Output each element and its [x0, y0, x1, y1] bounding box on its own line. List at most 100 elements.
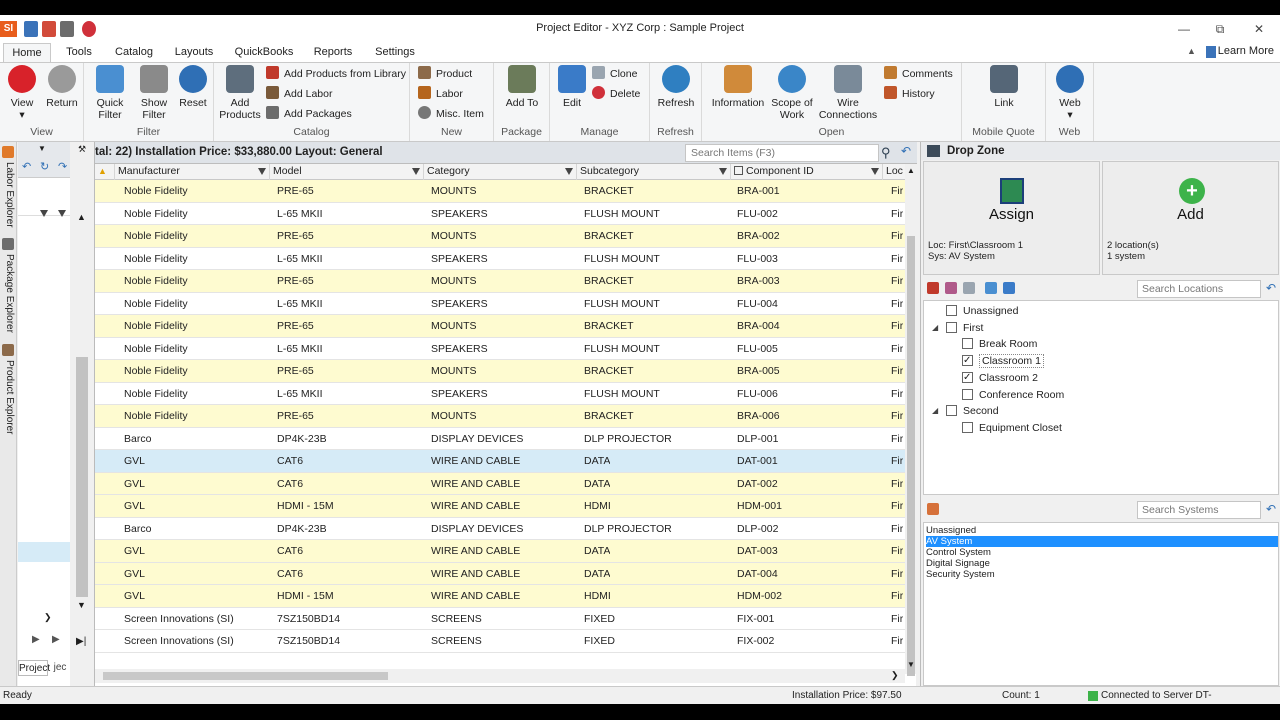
new-misc-item-button[interactable]: Misc. Item [418, 105, 484, 123]
assign-card[interactable]: Assign Loc: First\Classroom 1 Sys: AV Sy… [923, 161, 1100, 275]
add-products-button[interactable]: Add Products [218, 65, 262, 121]
expand-all-icon[interactable] [985, 282, 997, 294]
location-node[interactable]: Conference Room [962, 387, 1064, 403]
table-row[interactable]: GVL HDMI - 15M WIRE AND CABLE HDMI HDM-002 Fi… [95, 585, 905, 608]
grid-vertical-scrollbar[interactable]: ▲ ▼ [905, 164, 917, 676]
refresh-small-icon[interactable]: ↻ [40, 160, 49, 173]
clear-location-search-icon[interactable]: ↶ [1266, 281, 1276, 295]
search-icon[interactable]: ⚲ [881, 145, 891, 161]
pin-icon[interactable]: ⚒ [78, 144, 86, 155]
table-row[interactable]: Barco DP4K-23B DISPLAY DEVICES DLP PROJECTO… [95, 427, 905, 450]
table-row[interactable]: GVL CAT6 WIRE AND CABLE DATA DAT-003 Fir [95, 540, 905, 563]
header-subcategory[interactable]: Subcategory [577, 164, 731, 180]
clone-button[interactable]: Clone [592, 65, 637, 83]
explorer-scroll-thumb[interactable] [76, 357, 88, 597]
location-add-icon[interactable] [927, 282, 939, 294]
system-list-item[interactable]: Control System [926, 547, 1278, 558]
tab-labor-explorer[interactable]: Labor Explorer [0, 144, 17, 230]
table-row[interactable]: Noble Fidelity PRE-65 MOUNTS BRACKET BRA-005… [95, 360, 905, 383]
filter-icon[interactable] [871, 168, 879, 175]
scroll-down-icon[interactable]: ▼ [77, 600, 86, 610]
tab-layouts[interactable]: Layouts [168, 43, 220, 63]
table-row[interactable]: GVL HDMI - 15M WIRE AND CABLE HDMI HDM-001 Fi… [95, 495, 905, 518]
location-node[interactable]: Break Room [962, 336, 1037, 352]
learn-more-link[interactable]: Learn More [1218, 45, 1274, 57]
view-button[interactable]: View ▾ [4, 65, 40, 121]
table-row[interactable]: Barco DP4K-23B DISPLAY DEVICES DLP PROJECTO… [95, 517, 905, 540]
location-node[interactable]: Classroom 2 [962, 370, 1038, 386]
location-checkbox[interactable] [962, 370, 973, 386]
tab-product-explorer[interactable]: Product Explorer [0, 342, 17, 442]
close-button[interactable]: ✕ [1248, 19, 1270, 39]
explorer-grid[interactable]: ▼ ↶ ↻ ↷ ❯ ▶ ▶ Project jec [18, 142, 70, 686]
comments-button[interactable]: Comments [884, 65, 953, 83]
header-category[interactable]: Category [424, 164, 577, 180]
header-manufacturer[interactable]: Manufacturer [115, 164, 270, 180]
history-button[interactable]: History [884, 85, 935, 103]
search-locations-input[interactable]: Search Locations [1137, 280, 1261, 298]
collapse-ribbon-icon[interactable]: ▲ [1187, 46, 1196, 56]
grid-horizontal-thumb[interactable] [103, 672, 388, 680]
tab-quickbooks[interactable]: QuickBooks [230, 43, 298, 63]
return-button[interactable]: Return [42, 65, 82, 109]
next-icon[interactable]: ▶ [52, 634, 60, 645]
table-row[interactable]: Noble Fidelity L-65 MKII SPEAKERS FLUSH MOU… [95, 337, 905, 360]
tab-home[interactable]: Home [3, 43, 51, 63]
location-checkbox[interactable] [962, 353, 973, 369]
grid-scroll-right-icon[interactable]: ❯ [891, 670, 899, 681]
system-list-item[interactable]: Digital Signage [926, 558, 1278, 569]
system-list-item[interactable]: Unassigned [926, 525, 1278, 536]
explorer-selected-row[interactable] [18, 542, 70, 562]
table-row[interactable]: Screen Innovations (SI) 7SZ150BD14 SCREENS… [95, 607, 905, 630]
collapse-all-icon[interactable] [1003, 282, 1015, 294]
location-node[interactable]: ◢ First [932, 320, 983, 336]
table-row[interactable]: GVL CAT6 WIRE AND CABLE DATA DAT-002 Fir [95, 472, 905, 495]
tab-project-2[interactable]: jec [50, 660, 70, 676]
grid-scroll-up-icon[interactable]: ▲ [907, 166, 915, 175]
table-row[interactable]: Noble Fidelity L-65 MKII SPEAKERS FLUSH MOU… [95, 292, 905, 315]
add-packages-button[interactable]: Add Packages [266, 105, 352, 123]
web-button[interactable]: Web ▾ [1050, 65, 1090, 121]
delete-button[interactable]: Delete [592, 85, 640, 103]
filter-icon[interactable] [412, 168, 420, 175]
grid-scroll-down-icon[interactable]: ▼ [907, 660, 915, 669]
system-list-item[interactable]: Security System [926, 569, 1278, 580]
table-row[interactable]: Noble Fidelity L-65 MKII SPEAKERS FLUSH MOU… [95, 382, 905, 405]
show-filter-button[interactable]: Show Filter [134, 65, 174, 121]
add-card[interactable]: + Add 2 location(s) 1 system [1102, 161, 1279, 275]
minimize-button[interactable]: — [1173, 19, 1195, 39]
last-icon[interactable]: ▶| [76, 636, 86, 647]
grid-vertical-thumb[interactable] [907, 236, 915, 676]
table-row[interactable]: GVL CAT6 WIRE AND CABLE DATA DAT-004 Fir [95, 562, 905, 585]
expand-toggle-icon[interactable]: ◢ [932, 320, 938, 336]
search-systems-input[interactable]: Search Systems [1137, 501, 1261, 519]
explorer-scrollbar[interactable]: ⚒ ▲ ▼ ▶| [72, 142, 92, 686]
add-from-library-button[interactable]: Add Products from Library [266, 65, 406, 83]
edit-button[interactable]: Edit [554, 65, 590, 109]
table-row[interactable]: Noble Fidelity PRE-65 MOUNTS BRACKET BRA-003… [95, 270, 905, 293]
reset-button[interactable]: Reset [176, 65, 210, 109]
information-button[interactable]: Information [708, 65, 768, 109]
refresh-button[interactable]: Refresh [654, 65, 698, 109]
wire-connections-button[interactable]: Wire Connections [816, 65, 880, 121]
table-row[interactable]: Noble Fidelity PRE-65 MOUNTS BRACKET BRA-004… [95, 315, 905, 338]
maximize-button[interactable]: ⧉ [1209, 19, 1231, 39]
expand-toggle-icon[interactable]: ◢ [932, 403, 938, 419]
table-row[interactable]: Noble Fidelity PRE-65 MOUNTS BRACKET BRA-006… [95, 405, 905, 428]
search-items-input[interactable]: Search Items (F3) [685, 144, 879, 162]
quick-filter-button[interactable]: Quick Filter [88, 65, 132, 121]
location-checkbox[interactable] [946, 321, 957, 333]
scroll-up-icon[interactable]: ▲ [77, 212, 86, 222]
table-row[interactable]: Noble Fidelity PRE-65 MOUNTS BRACKET BRA-002… [95, 225, 905, 248]
location-checkbox[interactable] [946, 405, 957, 417]
header-location[interactable]: Loc [883, 164, 905, 180]
tab-settings[interactable]: Settings [368, 43, 422, 63]
new-labor-button[interactable]: Labor [418, 85, 463, 103]
systems-icon[interactable] [927, 503, 939, 515]
system-list-item[interactable]: AV System [926, 536, 1278, 547]
scope-of-work-button[interactable]: Scope of Work [770, 65, 814, 121]
table-row[interactable]: Noble Fidelity L-65 MKII SPEAKERS FLUSH MOU… [95, 202, 905, 225]
location-node[interactable]: Unassigned [946, 303, 1018, 319]
location-check-icon[interactable] [945, 282, 957, 294]
explorer-filter-icon-2[interactable] [58, 210, 66, 217]
